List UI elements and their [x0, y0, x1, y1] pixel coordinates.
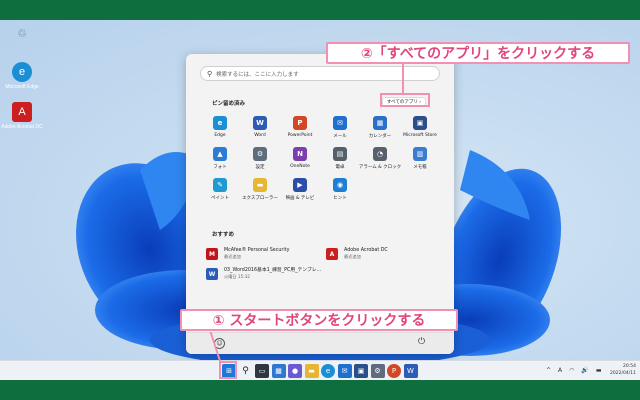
- onenote-icon: N: [293, 147, 307, 161]
- recommended-item[interactable]: M McAfee® Personal Security 最近追加: [206, 248, 326, 260]
- pinned-app[interactable]: e Edge: [200, 116, 240, 139]
- start-menu-footer: ☺ ⏻: [186, 332, 454, 354]
- powerpoint-icon: P: [293, 116, 307, 130]
- widgets-icon[interactable]: ▦: [271, 364, 286, 378]
- mail-icon: ✉: [333, 116, 347, 130]
- play-icon: ▶: [293, 178, 307, 192]
- notepad-icon: ▥: [413, 147, 427, 161]
- pinned-app[interactable]: ✎ ペイント: [200, 178, 240, 201]
- photos-icon: ▲: [213, 147, 227, 161]
- chat-icon[interactable]: ●: [288, 364, 302, 378]
- start-button-highlight: [219, 361, 237, 379]
- desktop-icon-edge[interactable]: e Microsoft Edge: [0, 62, 44, 90]
- pinned-app[interactable]: ▶ 映画 & テレビ: [280, 178, 320, 201]
- all-apps-highlight: [380, 93, 430, 107]
- clock-date: 2022/04/11: [610, 371, 636, 376]
- search-placeholder: 検索するには、ここに入力します: [216, 71, 299, 78]
- pinned-app[interactable]: P PowerPoint: [280, 116, 320, 139]
- battery-icon[interactable]: ▬: [596, 367, 602, 374]
- all-apps-pointer: [402, 64, 404, 93]
- desktop-icon-acrobat[interactable]: A Adobe Acrobat DC: [0, 102, 44, 130]
- gear-icon[interactable]: ⚙: [370, 364, 385, 378]
- gear-icon: ⚙: [253, 147, 267, 161]
- recommended-section-title: おすすめ: [212, 232, 235, 238]
- word-icon: W: [253, 116, 267, 130]
- pinned-apps-grid: e Edge W Word P PowerPoint ✉ メール ▦ カレンダー ▣ Mic…: [200, 116, 440, 201]
- pinned-app[interactable]: ✉ メール: [320, 116, 360, 139]
- lightbulb-icon: ◉: [333, 178, 347, 192]
- taskbar-app-icons: ⊞ ⚲ ▭ ▦ ● ▬ e ✉ ▣ ⚙ P W: [222, 364, 420, 378]
- pinned-app[interactable]: W Word: [240, 116, 280, 139]
- recycle-bin-icon: ♲: [17, 28, 27, 40]
- pinned-app[interactable]: ▬ エクスプローラー: [240, 178, 280, 201]
- edge-icon[interactable]: e: [321, 364, 335, 378]
- pinned-app[interactable]: ▤ 電卓: [320, 147, 360, 170]
- recommended-item[interactable]: W 03_Word2016基本1_練習_PC用_テンプレ... 火曜日 15:32: [206, 268, 326, 280]
- calendar-icon: ▦: [373, 116, 387, 130]
- word-document-icon: W: [206, 268, 218, 280]
- folder-icon: ▬: [253, 178, 267, 192]
- clock[interactable]: 20:54 2022/04/11: [610, 363, 636, 377]
- system-tray: ^ A ◠ 🔊 ▬: [546, 367, 609, 374]
- task-view-icon[interactable]: ▭: [255, 364, 269, 378]
- pinned-app[interactable]: ⚙ 設定: [240, 147, 280, 170]
- mail-icon[interactable]: ✉: [337, 364, 352, 378]
- acrobat-icon: A: [326, 248, 338, 260]
- pinned-app[interactable]: ◉ ヒント: [320, 178, 360, 201]
- pinned-app[interactable]: ▲ フォト: [200, 147, 240, 170]
- powerpoint-icon[interactable]: P: [387, 364, 401, 378]
- power-icon[interactable]: ⏻: [418, 337, 425, 347]
- top-frame-band: [0, 0, 640, 20]
- start-search-box[interactable]: ⚲ 検索するには、ここに入力します: [200, 66, 440, 81]
- pinned-section-title: ピン留め済み: [212, 101, 246, 107]
- callout-all-apps: ②「すべてのアプリ」をクリックする: [326, 42, 630, 64]
- mcafee-icon: M: [206, 248, 218, 260]
- store-icon[interactable]: ▣: [354, 364, 368, 378]
- pinned-app[interactable]: ▥ メモ帳: [400, 147, 440, 170]
- wifi-icon[interactable]: ◠: [569, 367, 574, 374]
- clock-time: 20:54: [622, 364, 636, 369]
- pinned-app[interactable]: ▣ Microsoft Store: [400, 116, 440, 139]
- bottom-frame-band: [0, 380, 640, 400]
- folder-icon[interactable]: ▬: [304, 364, 319, 378]
- pinned-app[interactable]: N OneNote: [280, 147, 320, 170]
- paint-icon: ✎: [213, 178, 227, 192]
- taskbar: ⊞ ⚲ ▭ ▦ ● ▬ e ✉ ▣ ⚙ P W ^ A ◠ 🔊 ▬ 20:54 …: [0, 360, 640, 380]
- word-icon[interactable]: W: [403, 364, 418, 378]
- search-icon: ⚲: [207, 69, 213, 78]
- desktop-icon-recycle-bin[interactable]: ♲: [0, 24, 44, 46]
- acrobat-icon: A: [12, 102, 32, 122]
- ime-icon[interactable]: A: [558, 367, 562, 374]
- calculator-icon: ▤: [333, 147, 347, 161]
- pinned-app[interactable]: ◔ アラーム & クロック: [359, 147, 401, 170]
- chevron-up-icon[interactable]: ^: [546, 367, 551, 374]
- edge-icon: e: [12, 62, 32, 82]
- pinned-app[interactable]: ▦ カレンダー: [360, 116, 400, 139]
- edge-icon: e: [213, 116, 227, 130]
- recommended-item[interactable]: A Adobe Acrobat DC 最近追加: [326, 248, 442, 260]
- volume-icon[interactable]: 🔊: [581, 367, 588, 374]
- search-icon[interactable]: ⚲: [239, 364, 253, 378]
- recommended-list: M McAfee® Personal Security 最近追加 A Adobe …: [206, 248, 442, 280]
- clock-icon: ◔: [373, 147, 387, 161]
- store-icon: ▣: [413, 116, 427, 130]
- callout-start-button: ① スタートボタンをクリックする: [180, 309, 458, 331]
